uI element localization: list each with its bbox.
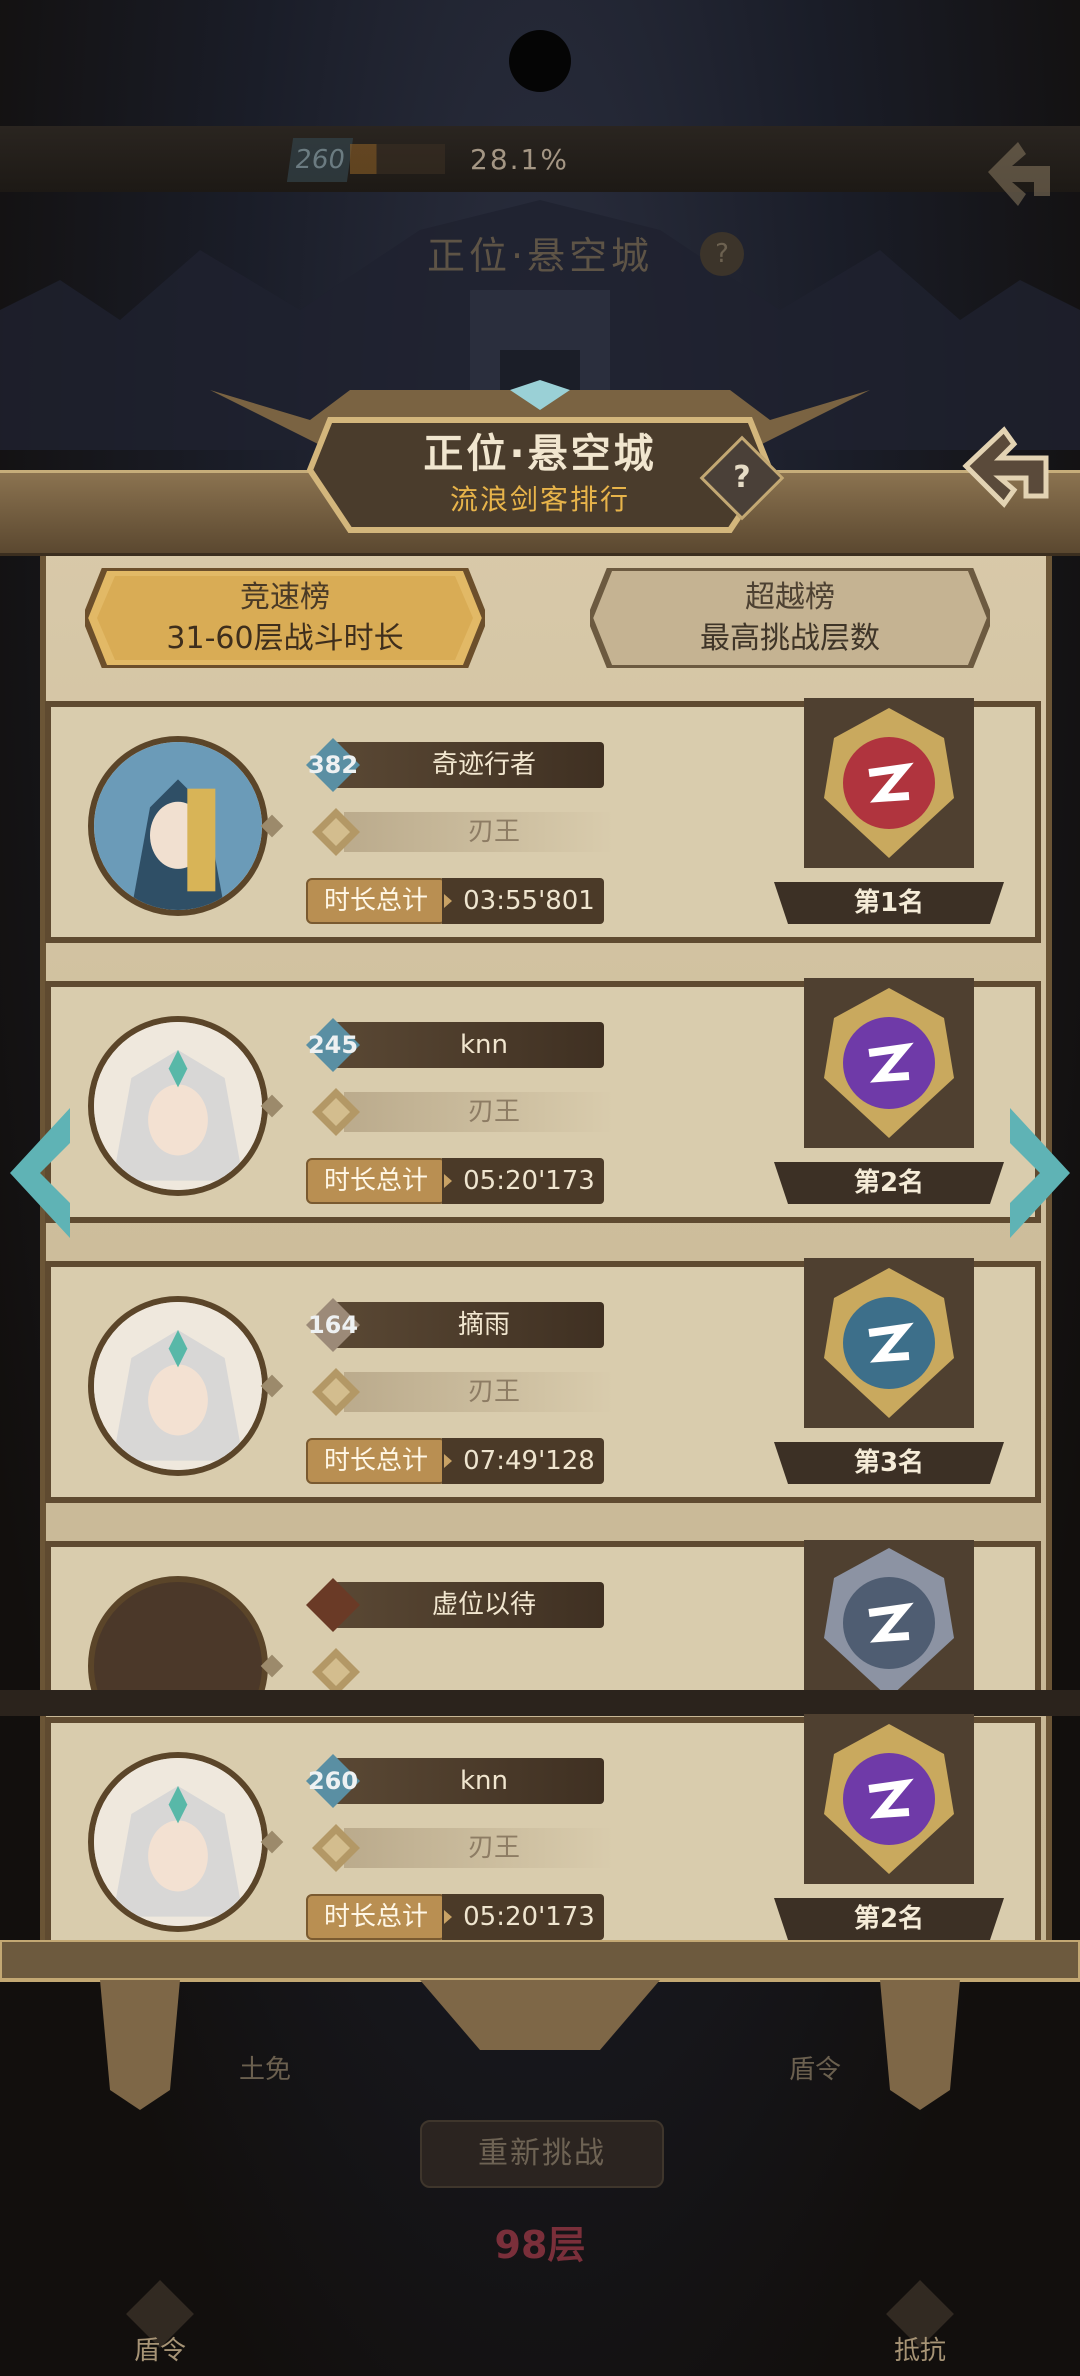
player-name: 奇迹行者 [431,750,536,780]
tab-beyond-ranking[interactable]: 超越榜 最高挑战层数 [590,568,990,668]
time-arrow-icon [444,894,452,908]
player-name: knn [459,1030,508,1060]
ranking-row-empty: 虚位以待 [44,1540,1042,1690]
player-avatar[interactable] [88,1752,268,1932]
my-ranking-row[interactable]: 260 knn 刃王 时长总计 05:20'173 第2名 [44,1714,1042,1960]
rank-label: 第2名 [853,1904,925,1934]
rank-emblem-icon [804,698,974,868]
tab-speed-ranking[interactable]: 竞速榜 31-60层战斗时长 [85,568,485,668]
tab-speed-desc: 31-60层战斗时长 [166,621,404,656]
avatar-portrait-icon [94,1022,262,1190]
bottom-left-label: 土免 [238,2055,291,2085]
time-arrow-icon [444,1910,452,1924]
class-icon [312,1824,360,1872]
tab-beyond-desc: 最高挑战层数 [700,621,880,656]
player-name: 虚位以待 [431,1590,536,1620]
ranking-row[interactable]: 245 knn 刃王 时长总计 05:20'173 第2名 [44,978,1042,1224]
class-icon [312,808,360,856]
bottom-right-label: 盾令 [788,2055,841,2085]
floor-label: 98层 [494,2223,586,2267]
top-progress-bar [350,144,445,174]
class-icon [312,1368,360,1416]
time-label: 时长总计 [306,1158,446,1204]
player-level: 382 [307,751,359,779]
rank-label: 第2名 [853,1168,925,1198]
time-label: 时长总计 [306,878,446,924]
class-icon [312,1648,360,1690]
rank-emblem-icon [804,978,974,1148]
background-title: 正位·悬空城 [426,234,654,278]
battle-time: 07:49'128 [463,1446,595,1476]
player-level: 164 [307,1311,359,1339]
class-icon [312,1088,360,1136]
bottom-frame [0,1940,1080,2110]
player-class: 刃王 [467,817,520,847]
previous-arrow-icon[interactable] [10,1108,100,1238]
rank-emblem-icon [804,1714,974,1884]
player-level: 260 [307,1767,359,1795]
time-label: 时长总计 [306,1894,446,1940]
rank-label: 第1名 [853,888,925,918]
empty-level-icon [306,1578,360,1632]
avatar-portrait-icon [94,1758,262,1926]
time-arrow-icon [444,1454,452,1468]
player-class: 刃王 [467,1833,520,1863]
tab-speed-name: 竞速榜 [240,580,330,615]
player-avatar[interactable] [88,1016,268,1196]
bottom-slot-right-label: 抵抗 [893,2336,946,2366]
player-class: 刃王 [467,1097,520,1127]
panel-subtitle: 流浪剑客排行 [449,483,630,516]
player-name: knn [459,1766,508,1796]
avatar-portrait-icon [94,742,262,910]
top-level-badge: 260 [286,138,354,182]
ranking-row[interactable]: 382 奇迹行者 刃王 时长总计 03:55'801 第1名 [44,698,1042,944]
battle-time: 05:20'173 [463,1166,595,1196]
retry-button[interactable]: 重新挑战 [420,2120,664,2188]
time-label: 时长总计 [306,1438,446,1484]
bottom-slot-left[interactable]: 盾令 [100,2280,220,2370]
player-name: 摘雨 [457,1310,510,1340]
background-help-icon: ? [700,232,744,276]
avatar-portrait-icon [94,1302,262,1470]
back-return-icon[interactable] [956,416,1056,516]
rank-emblem-icon [804,1540,974,1690]
back-return-icon-background [988,142,1050,206]
player-class: 刃王 [467,1377,520,1407]
player-level: 245 [307,1031,359,1059]
tab-beyond-name: 超越榜 [745,580,835,615]
top-progress-text: 28.1% [470,143,569,176]
player-avatar[interactable] [88,1296,268,1476]
rank-emblem-icon [804,1258,974,1428]
help-icon: ? [733,460,751,495]
battle-time: 05:20'173 [463,1902,595,1932]
camera-notch [509,30,571,92]
battle-time: 03:55'801 [463,886,595,916]
bottom-slot-left-label: 盾令 [133,2336,186,2366]
player-avatar[interactable] [88,736,268,916]
rank-label: 第3名 [853,1448,925,1478]
ranking-row[interactable]: 164 摘雨 刃王 时长总计 07:49'128 第3名 [44,1258,1042,1504]
time-arrow-icon [444,1174,452,1188]
panel-title: 正位·悬空城 [423,431,657,477]
next-arrow-icon[interactable] [980,1108,1070,1238]
bottom-slot-right[interactable]: 抵抗 [860,2280,980,2370]
